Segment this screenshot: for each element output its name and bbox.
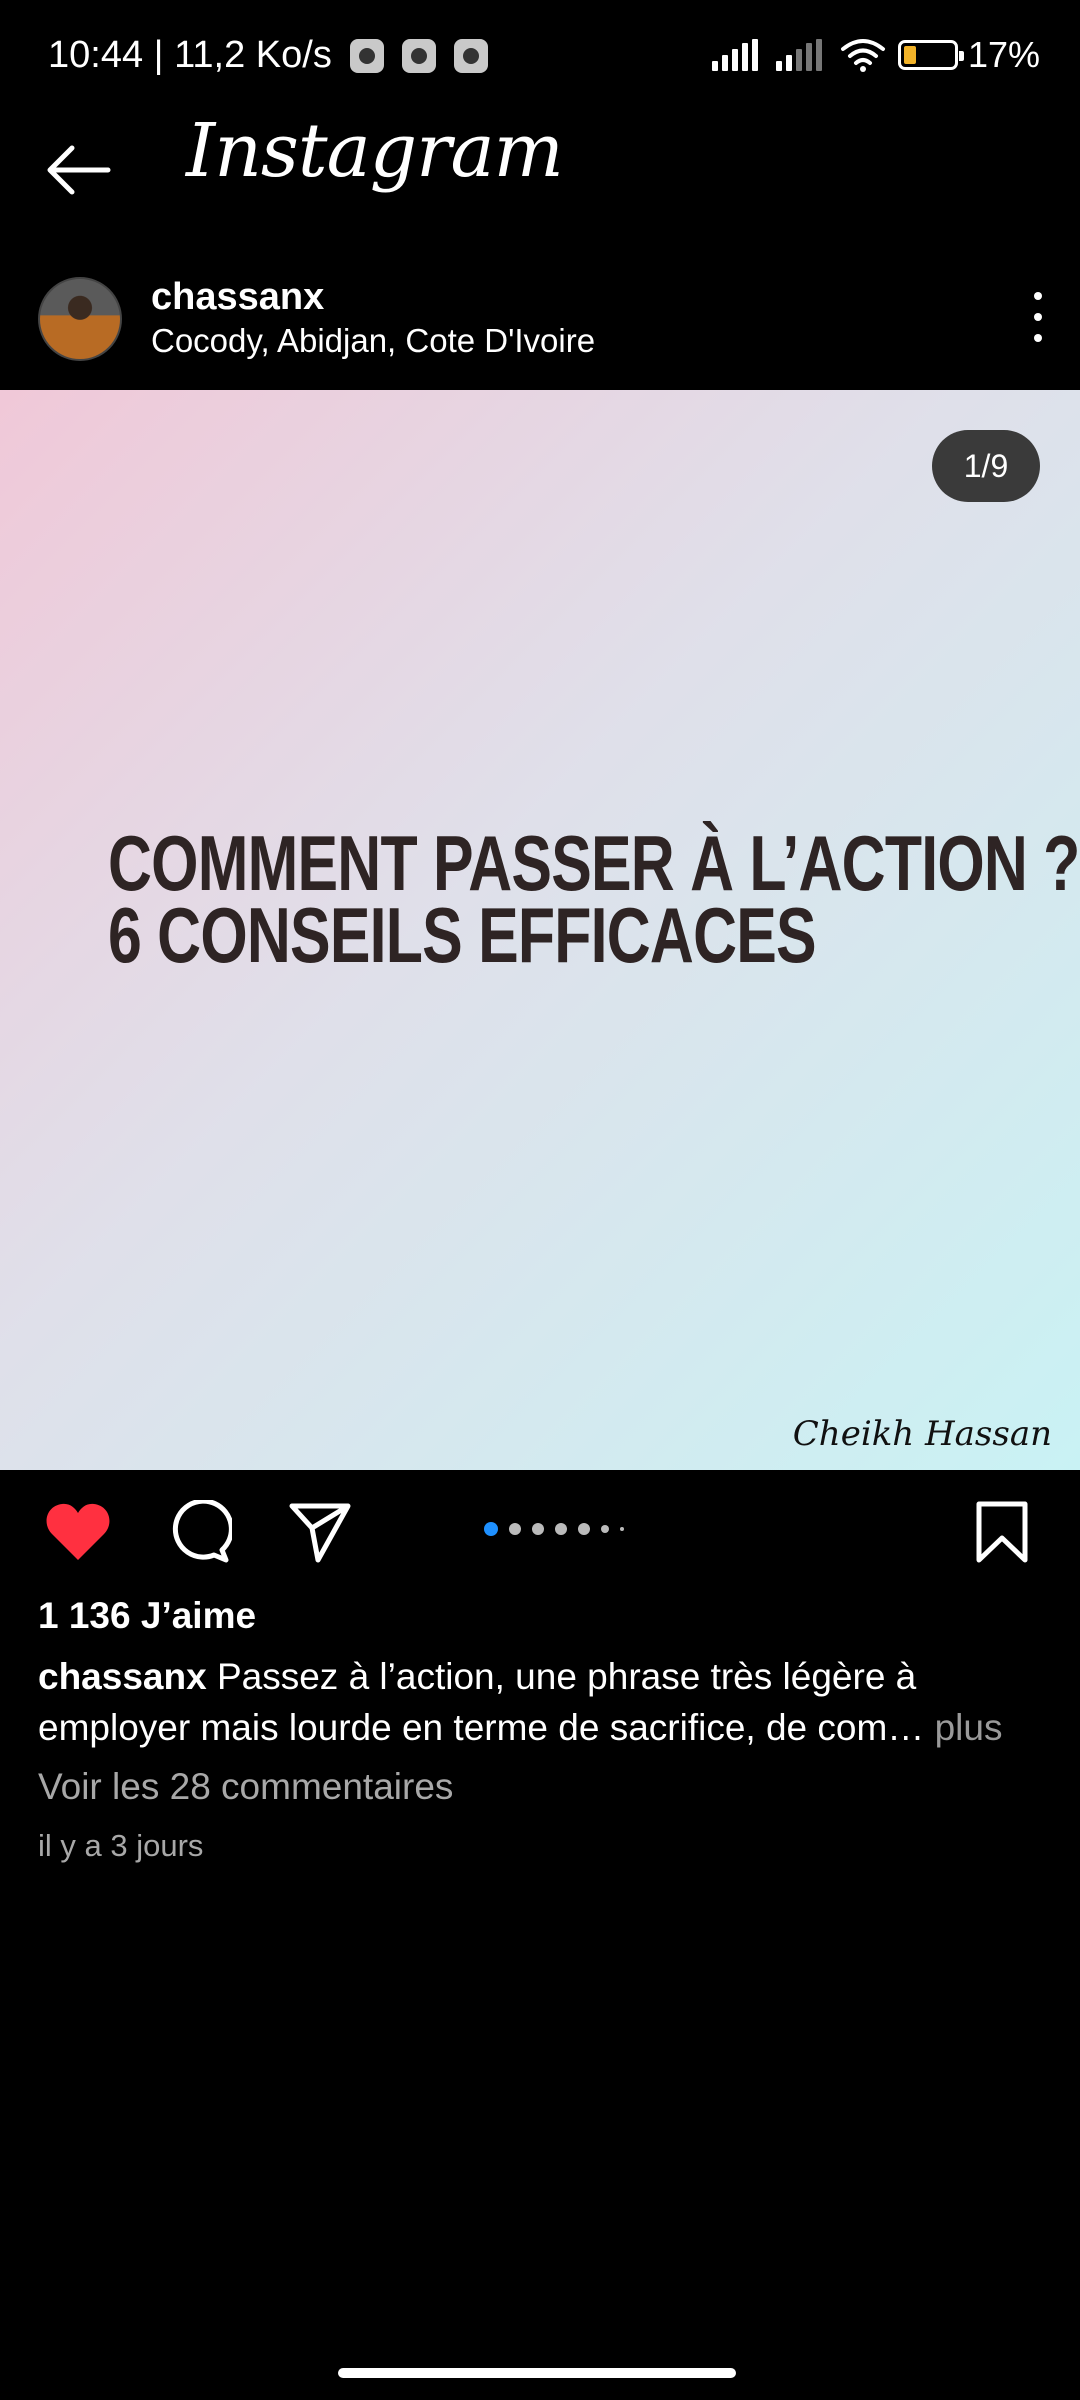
bookmark-icon[interactable] xyxy=(974,1500,1030,1564)
home-indicator[interactable] xyxy=(338,2368,736,2378)
signal-2-icon xyxy=(775,39,826,71)
view-comments-link[interactable]: Voir les 28 commentaires xyxy=(38,1766,453,1808)
post-caption[interactable]: chassanx Passez à l’action, une phrase t… xyxy=(38,1651,1048,1753)
post-location[interactable]: Cocody, Abidjan, Cote D'Ivoire xyxy=(151,322,595,360)
status-bar-right: 17% xyxy=(711,34,1040,76)
instagram-notification-icon xyxy=(453,38,488,73)
back-arrow-icon[interactable] xyxy=(44,140,114,200)
headline-line-1: COMMENT PASSER À L’ACTION ? xyxy=(108,819,1080,907)
caption-username[interactable]: chassanx xyxy=(38,1656,207,1697)
more-options-icon[interactable] xyxy=(1026,292,1050,342)
heart-icon[interactable] xyxy=(44,1500,112,1564)
wifi-icon xyxy=(840,39,885,72)
post-image[interactable]: 1/9 COMMENT PASSER À L’ACTION ? 6 CONSEI… xyxy=(0,390,1080,1470)
battery-percent: 17% xyxy=(967,34,1040,75)
carousel-dots xyxy=(484,1522,635,1536)
post-time: il y a 3 jours xyxy=(38,1828,204,1863)
caption-more-link[interactable]: plus xyxy=(935,1707,1003,1748)
signature: Cheikh Hassan xyxy=(792,1414,1052,1454)
signal-icon xyxy=(711,39,762,71)
battery-icon xyxy=(897,40,964,70)
likes-count[interactable]: 1 136 J’aime xyxy=(38,1595,256,1637)
whatsapp-notification-icon xyxy=(349,38,384,73)
avatar[interactable] xyxy=(38,277,122,361)
status-time: 10:44 | 11,2 Ko/s xyxy=(48,34,332,76)
post-username[interactable]: chassanx xyxy=(151,276,324,319)
comment-icon[interactable] xyxy=(164,1500,232,1564)
app-logo: Instagram xyxy=(186,108,564,194)
image-counter: 1/9 xyxy=(932,430,1040,502)
share-icon[interactable] xyxy=(288,1500,352,1564)
post-headline: COMMENT PASSER À L’ACTION ? 6 CONSEILS E… xyxy=(108,819,1080,979)
status-bar-left: 10:44 | 11,2 Ko/s xyxy=(48,34,488,77)
messenger-notification-icon xyxy=(401,38,436,73)
headline-line-2: 6 CONSEILS EFFICACES xyxy=(108,891,817,979)
